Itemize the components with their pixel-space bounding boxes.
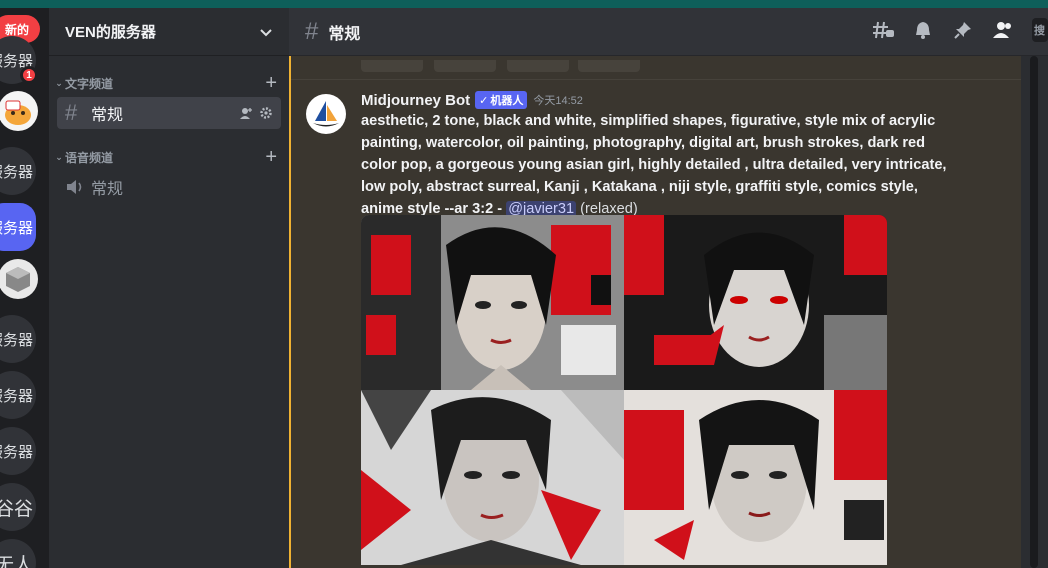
reaction-button[interactable]	[507, 60, 569, 72]
channel-sidebar: VEN的服务器 ⌄ 文字频道 + # 常规 ⌄ 语音频道 + 常规	[49, 8, 289, 568]
image-grid[interactable]	[361, 215, 887, 568]
chevron-down-icon[interactable]	[259, 25, 273, 39]
divider	[291, 79, 1021, 80]
bot-avatar[interactable]	[306, 94, 346, 134]
window-top-strip	[0, 0, 1048, 8]
cube-avatar-icon	[6, 267, 30, 292]
bot-tag: ✓ 机器人	[475, 91, 528, 109]
hash-icon: #	[305, 17, 319, 45]
server-label: 的服务器	[0, 219, 33, 237]
server-icon[interactable]: 谷谷	[0, 483, 36, 531]
generated-image-1[interactable]	[361, 215, 624, 390]
text-category[interactable]: ⌄ 文字频道 +	[53, 72, 277, 95]
category-label: 文字频道	[65, 76, 114, 91]
message: Midjourney Bot ✓ 机器人 今天14:52 aesthetic, 2…	[361, 91, 961, 220]
server-label: 的服务器	[0, 331, 33, 349]
gear-icon[interactable]	[259, 106, 273, 120]
reaction-button[interactable]	[361, 60, 423, 72]
channel-title: 常规	[328, 25, 361, 43]
generated-image-4[interactable]	[624, 390, 887, 565]
reaction-button[interactable]	[434, 60, 496, 72]
voice-category[interactable]: ⌄ 语音频道 +	[53, 146, 277, 169]
chat-main: # 常规 搜 Midjourney Bot ✓ 机器人 今天14:52 aest…	[289, 8, 1048, 568]
scrollbar[interactable]	[1021, 56, 1048, 568]
channel-item-general[interactable]: # 常规	[57, 97, 281, 129]
server-header[interactable]: VEN的服务器	[49, 8, 289, 56]
prompt-text: aesthetic, 2 tone, black and white, simp…	[361, 113, 947, 217]
invite-icon[interactable]	[239, 106, 253, 120]
server-label: 的服务器	[0, 443, 33, 461]
server-icon[interactable]: 的服务器	[0, 371, 36, 419]
voice-channel-general[interactable]: 常规	[57, 171, 281, 203]
server-label: 谷谷	[0, 498, 33, 520]
message-list: Midjourney Bot ✓ 机器人 今天14:52 aesthetic, 2…	[289, 56, 1021, 568]
server-avatar-cube[interactable]	[0, 259, 38, 299]
verified-check-icon: ✓	[479, 94, 489, 107]
reaction-button[interactable]	[578, 60, 640, 72]
channel-label: 常规	[91, 181, 124, 198]
server-label: 的服务器	[0, 387, 33, 405]
server-icon[interactable]: 的服务器	[0, 427, 36, 475]
message-content: aesthetic, 2 tone, black and white, simp…	[361, 110, 961, 220]
sailboat-icon	[313, 101, 339, 127]
bell-icon[interactable]	[912, 19, 934, 41]
speaker-icon	[67, 180, 82, 194]
author-name[interactable]: Midjourney Bot	[361, 92, 470, 109]
hash-icon: #	[65, 100, 78, 125]
server-icon[interactable]: 的服务器	[0, 315, 36, 363]
chevron-down-icon: ⌄	[55, 77, 63, 88]
category-label: 语音频道	[65, 150, 114, 165]
channel-header: # 常规 搜	[289, 8, 1048, 56]
generated-image-2[interactable]	[624, 215, 887, 390]
member-list-icon[interactable]	[992, 19, 1014, 41]
cat-avatar-icon	[5, 100, 31, 125]
scrollbar-thumb[interactable]	[1030, 56, 1038, 568]
add-channel-icon[interactable]: +	[265, 72, 277, 95]
server-label: 的服务器	[0, 163, 33, 181]
chevron-down-icon: ⌄	[55, 151, 63, 162]
server-avatar-cat[interactable]	[0, 91, 38, 131]
server-icon-selected[interactable]: 的服务器	[0, 203, 36, 251]
server-label: 无人	[0, 554, 33, 568]
threads-icon[interactable]	[872, 19, 894, 41]
pin-icon[interactable]	[952, 19, 974, 41]
server-rail: 新的 的服务器 1 的服务器 的服务器 的服务器 的服务器 的服务器 谷谷 无人	[0, 8, 49, 568]
server-name: VEN的服务器	[65, 24, 156, 41]
bot-tag-label: 机器人	[490, 95, 524, 107]
server-icon[interactable]: 的服务器	[0, 147, 36, 195]
search-input[interactable]: 搜	[1032, 18, 1048, 42]
channel-label: 常规	[91, 107, 124, 124]
generated-image-3[interactable]	[361, 390, 624, 565]
add-channel-icon[interactable]: +	[265, 146, 277, 169]
timestamp: 今天14:52	[533, 95, 583, 107]
unread-badge: 1	[20, 66, 38, 84]
server-icon[interactable]: 无人	[0, 539, 36, 568]
